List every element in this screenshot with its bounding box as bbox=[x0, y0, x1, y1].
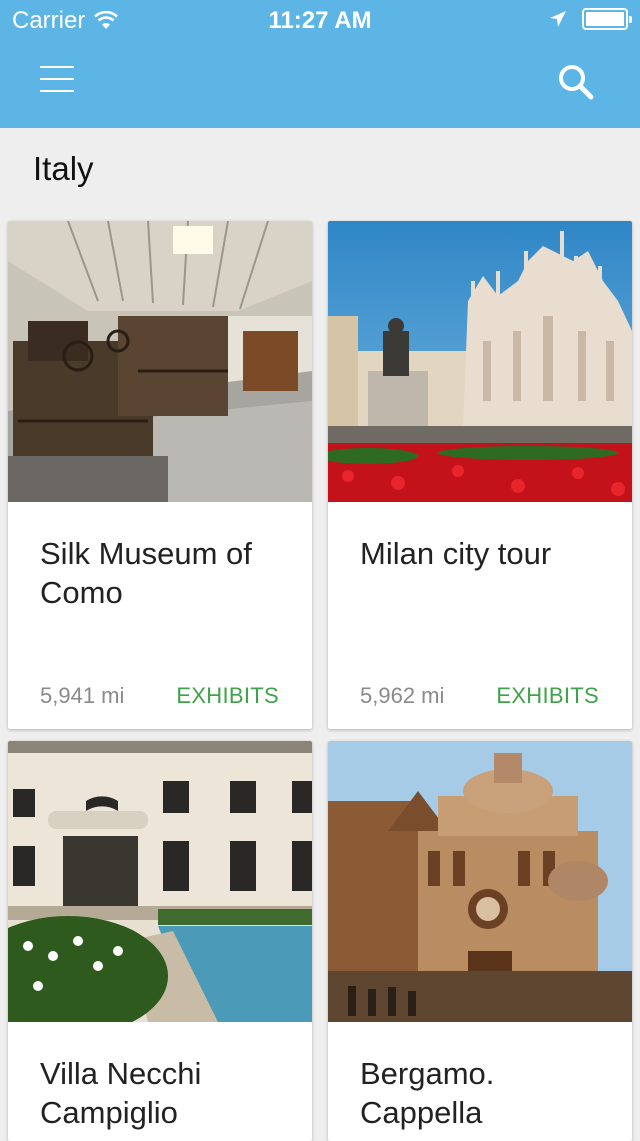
status-right bbox=[548, 8, 632, 30]
villa-pool-photo bbox=[8, 741, 312, 1022]
card-villa-necchi[interactable]: Villa Necchi Campiglio bbox=[8, 741, 312, 1141]
search-icon[interactable] bbox=[556, 62, 596, 102]
card-distance: 5,962 mi bbox=[360, 683, 445, 708]
status-clock: 11:27 AM bbox=[268, 7, 372, 34]
menu-button[interactable] bbox=[40, 66, 74, 94]
hamburger-menu-icon-bar-middle bbox=[40, 78, 74, 80]
exhibits-link[interactable]: EXHIBITS bbox=[176, 683, 279, 709]
milan-cathedral-photo bbox=[328, 221, 632, 502]
card-bergamo-cappella[interactable]: Bergamo. Cappella bbox=[328, 741, 632, 1141]
hamburger-menu-icon-bar-top bbox=[40, 66, 74, 68]
card-title: Silk Museum of Como bbox=[40, 536, 252, 610]
cappella-colleoni-photo bbox=[328, 741, 632, 1022]
exhibits-link[interactable]: EXHIBITS bbox=[496, 683, 599, 709]
status-bar: Carrier 11:27 AM bbox=[0, 0, 640, 40]
battery-level bbox=[586, 12, 624, 26]
card-distance: 5,941 mi bbox=[40, 683, 125, 708]
museum-interior-photo bbox=[8, 221, 312, 502]
card-title: Bergamo. Cappella bbox=[360, 1056, 495, 1130]
battery-icon bbox=[582, 8, 632, 30]
hamburger-menu-icon-bar-bottom bbox=[40, 90, 74, 92]
location-arrow-icon bbox=[550, 11, 566, 27]
app-bar: Carrier 11:27 AM bbox=[0, 0, 640, 128]
card-title: Villa Necchi Campiglio bbox=[40, 1056, 202, 1130]
card-silk-museum[interactable]: Silk Museum of Como 5,941 mi EXHIBITS bbox=[8, 221, 312, 729]
card-milan-city-tour[interactable]: Milan city tour 5,962 mi EXHIBITS bbox=[328, 221, 632, 729]
card-title: Milan city tour bbox=[360, 536, 552, 571]
section-title: Italy bbox=[33, 150, 94, 187]
